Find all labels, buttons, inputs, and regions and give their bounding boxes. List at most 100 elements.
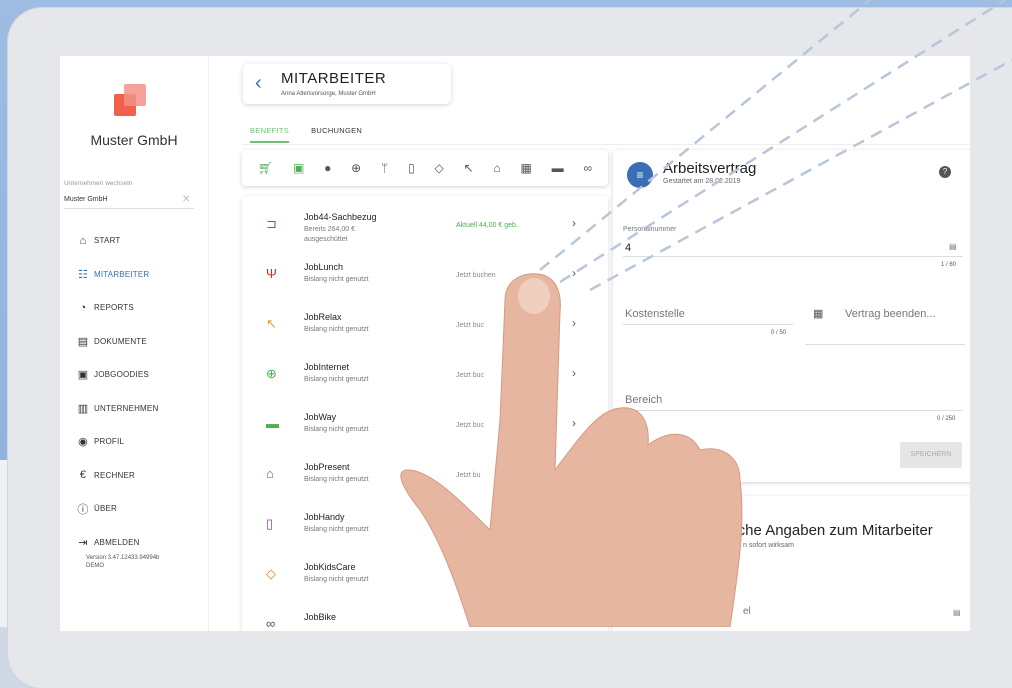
sidebar-item-label: MITARBEITER: [94, 269, 150, 279]
document-icon: ▤: [77, 335, 89, 348]
contract-icon: ≡: [627, 162, 653, 188]
logout-icon: ⇥: [78, 536, 88, 549]
sidebar: Muster GmbH Unternehmen wechseln Muster …: [60, 56, 209, 631]
sidebar-item-label: REPORTS: [94, 303, 134, 313]
chevron-right-icon[interactable]: ›: [572, 366, 576, 380]
calendar-icon[interactable]: ▦: [520, 161, 531, 175]
people-icon: ☷: [77, 268, 89, 281]
personnel-number-label: Personalnummer: [623, 226, 677, 233]
sidebar-item-label: DOKUMENTE: [94, 336, 147, 346]
sidebar-item-label: START: [94, 236, 121, 246]
benefit-list: ⊐ Job44-Sachbezug Bereits 264,00 € ausge…: [242, 196, 608, 631]
list-item[interactable]: ▬ JobWay Bislang nicht genutzt Jetzt buc…: [242, 402, 608, 452]
header-card: ‹ MITARBEITER Anna Altersvorsorge, Muste…: [243, 64, 451, 104]
sidebar-item-jobgoodies[interactable]: ▣ JOBGOODIES: [76, 358, 158, 392]
profile-icon: ◉: [78, 436, 88, 449]
info-icon: ⓘ: [77, 503, 89, 516]
employee-info-panel: liche Angaben zum Mitarbeiter n sofort w…: [613, 496, 970, 631]
sidebar-item-label: UNTERNEHMEN: [94, 403, 159, 413]
cloud-icon[interactable]: ◇: [434, 161, 443, 175]
chevron-right-icon[interactable]: ›: [572, 266, 576, 280]
cart-icon[interactable]: 🛒︎: [258, 161, 273, 175]
kids-icon: ◇: [266, 566, 276, 581]
globe-icon[interactable]: ⊕: [351, 161, 361, 175]
chevron-right-icon[interactable]: ›: [572, 316, 576, 330]
personnel-number-field[interactable]: 4: [625, 242, 631, 254]
list-item[interactable]: ⊕ JobInternet Bislang nicht genutzt Jetz…: [242, 352, 608, 402]
page-subtitle: Anna Altersvorsorge, Muster GmbH: [281, 91, 376, 97]
list-item[interactable]: Ψ JobLunch Bislang nicht genutzt Jetzt b…: [242, 252, 608, 302]
personnel-number-counter: 1 / 60: [941, 262, 957, 268]
contract-subtitle: Gestartet am 28.02.2019: [663, 178, 741, 185]
reports-icon: ◔: [79, 301, 87, 314]
list-item[interactable]: ◇ JobKidsCare Bislang nicht genutzt: [242, 552, 608, 602]
car-icon[interactable]: ▬: [552, 161, 564, 175]
coin-icon[interactable]: ●: [324, 161, 331, 175]
phone-icon[interactable]: ▯: [408, 161, 415, 175]
sidebar-item-unternehmen[interactable]: ▥ UNTERNEHMEN: [76, 392, 159, 426]
keyboard-icon: ▤: [953, 608, 961, 617]
sidebar-item-label: PROFIL: [94, 437, 125, 447]
employee-info-title: liche Angaben zum Mitarbeiter: [731, 522, 933, 539]
keyboard-icon: ▤: [949, 242, 957, 251]
relax-icon: ↖: [266, 316, 277, 331]
tab-benefits[interactable]: BENEFITS: [250, 126, 290, 143]
benefit-filter-bar: 🛒︎ ▣ ● ⊕ ᛘ ▯ ◇ ↖ ⌂ ▦ ▬ ∞: [242, 150, 608, 186]
cutlery-icon[interactable]: ᛘ: [381, 161, 388, 175]
contract-title: Arbeitsvertrag: [663, 160, 757, 177]
sidebar-item-ueber[interactable]: ⓘ ÜBER: [76, 492, 158, 526]
sidebar-item-start[interactable]: ⌂ START: [76, 224, 158, 258]
bike-icon: ∞: [266, 616, 276, 631]
back-arrow-icon[interactable]: ‹: [255, 72, 262, 95]
gift-icon: ▣: [77, 369, 89, 382]
contract-panel: ≡ Arbeitsvertrag Gestartet am 28.02.2019…: [613, 150, 970, 482]
cost-center-counter: 0 / 50: [771, 330, 787, 336]
company-switch-label: Unternehmen wechseln: [64, 180, 133, 187]
sidebar-item-rechner[interactable]: € RECHNER: [76, 459, 158, 493]
sidebar-item-mitarbeiter[interactable]: ☷ MITARBEITER: [76, 258, 158, 292]
sidebar-item-label: JOBGOODIES: [94, 370, 149, 380]
chevron-right-icon[interactable]: ›: [572, 216, 576, 230]
app-screen: Muster GmbH Unternehmen wechseln Muster …: [60, 56, 970, 631]
end-contract-field[interactable]: Vertrag beenden...: [845, 308, 936, 320]
sidebar-item-dokumente[interactable]: ▤ DOKUMENTE: [76, 325, 158, 359]
building-icon: ▥: [77, 402, 89, 415]
company-switch-select[interactable]: Muster GmbH: [64, 196, 108, 203]
sidebar-item-label: ABMELDEN: [94, 537, 140, 547]
employee-info-field[interactable]: el: [743, 606, 751, 617]
chevron-right-icon[interactable]: ›: [572, 416, 576, 430]
company-logo: [114, 84, 154, 118]
list-item[interactable]: ⊐ Job44-Sachbezug Bereits 264,00 € ausge…: [242, 202, 608, 252]
chevron-right-icon[interactable]: ›: [572, 516, 576, 530]
relax-icon[interactable]: ↖: [464, 161, 474, 175]
sidebar-item-label: RECHNER: [94, 470, 135, 480]
voucher-icon[interactable]: ▣: [293, 161, 304, 175]
basket-icon: ⌂: [266, 466, 274, 481]
bike-icon[interactable]: ∞: [583, 161, 592, 175]
area-field[interactable]: Bereich: [625, 394, 662, 406]
tab-buchungen[interactable]: BUCHUNGEN: [311, 126, 362, 143]
globe-icon: ⊕: [266, 366, 277, 381]
tab-bar: BENEFITS BUCHUNGEN: [250, 126, 362, 143]
clear-icon[interactable]: ✕: [182, 194, 190, 205]
list-item[interactable]: ⌂ JobPresent Bislang nicht genutzt Jetzt…: [242, 452, 608, 502]
calendar-icon[interactable]: ▦: [813, 307, 823, 320]
list-item[interactable]: ▯ JobHandy Bislang nicht genutzt Jetzt b…: [242, 502, 608, 552]
help-icon[interactable]: ?: [939, 166, 951, 178]
sidebar-nav: ⌂ START ☷ MITARBEITER ◔ REPORTS ▤ DOKUME…: [76, 224, 158, 559]
version-info: Version 3.47.12433.94994b DEMO: [86, 555, 160, 569]
cost-center-field[interactable]: Kostenstelle: [625, 308, 685, 320]
cart-icon: ⊐: [266, 216, 277, 231]
euro-icon: €: [79, 469, 87, 482]
page-title: MITARBEITER: [281, 70, 387, 87]
basket-icon[interactable]: ⌂: [493, 161, 500, 175]
list-item[interactable]: ↖ JobRelax Bislang nicht genutzt Jetzt b…: [242, 302, 608, 352]
sidebar-item-profil[interactable]: ◉ PROFIL: [76, 425, 158, 459]
chevron-right-icon[interactable]: ›: [572, 466, 576, 480]
sidebar-item-reports[interactable]: ◔ REPORTS: [76, 291, 158, 325]
company-name: Muster GmbH: [90, 132, 178, 148]
car-icon: ▬: [266, 416, 279, 431]
cutlery-icon: Ψ: [266, 266, 277, 281]
area-counter: 0 / 250: [937, 416, 956, 422]
save-button[interactable]: SPEICHERN: [900, 442, 962, 468]
